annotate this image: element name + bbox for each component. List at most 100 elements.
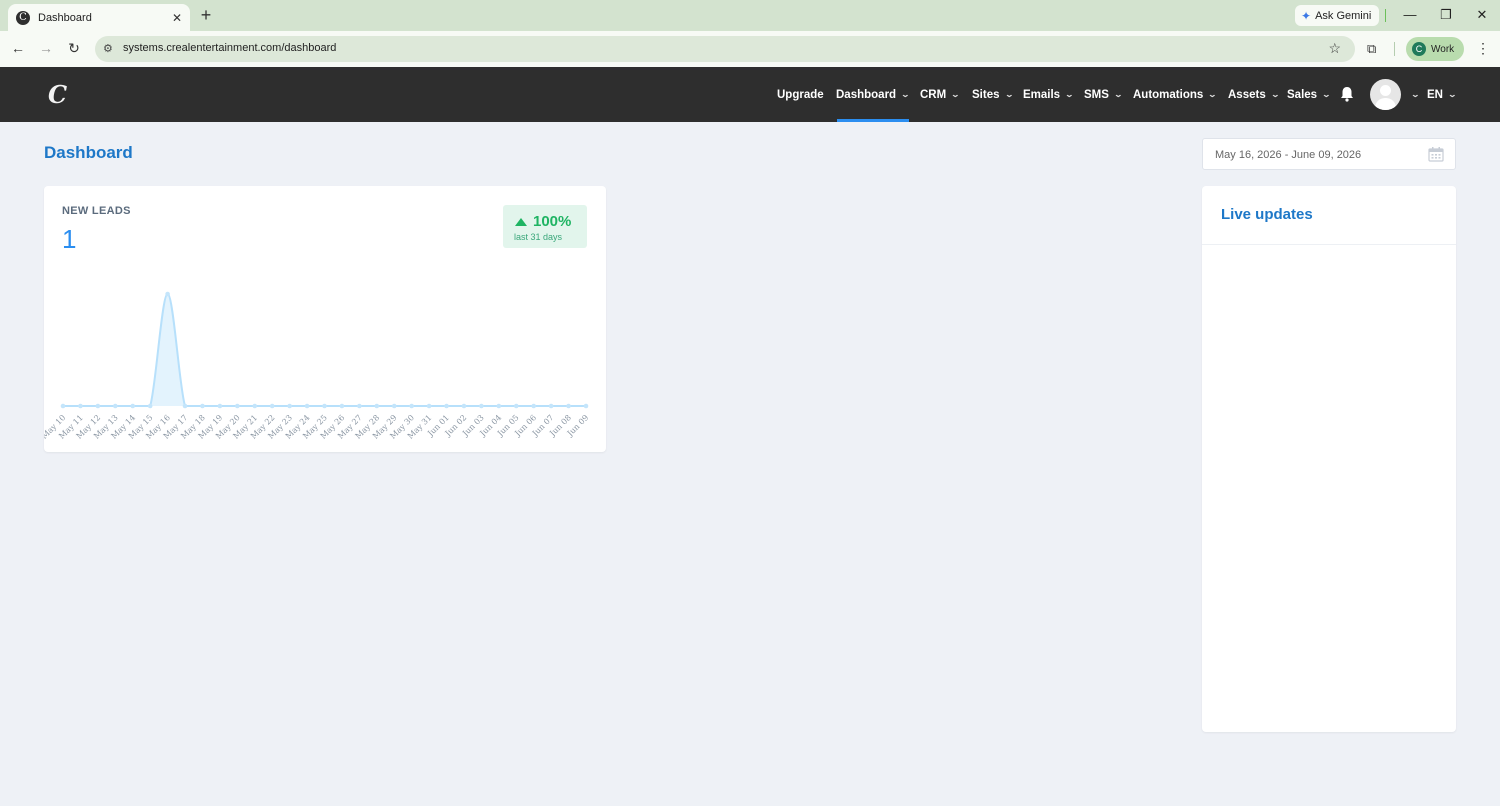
leads-data-point[interactable] [357, 403, 362, 409]
leads-data-point[interactable] [200, 403, 205, 409]
live-updates-card: Live updates [1202, 186, 1456, 732]
nav-automations[interactable]: Automations ⌄ [1133, 67, 1218, 122]
live-updates-title: Live updates [1221, 206, 1313, 223]
leads-data-point[interactable] [479, 403, 484, 409]
bookmark-star-icon[interactable]: ☆ [1328, 40, 1341, 57]
profile-button[interactable]: C Work [1406, 37, 1465, 61]
user-menu-toggle[interactable]: ⌄ [1406, 67, 1421, 122]
tab-title: Dashboard [38, 11, 92, 24]
leads-data-point[interactable] [147, 403, 153, 409]
browser-tab[interactable]: C Dashboard ✕ [8, 4, 190, 31]
new-tab-button[interactable]: + [198, 5, 214, 26]
app-logo[interactable]: C [48, 80, 67, 109]
leads-data-point[interactable] [391, 403, 397, 409]
leads-data-point[interactable] [60, 403, 66, 409]
close-window-icon[interactable]: ✕ [1475, 7, 1489, 23]
leads-data-point[interactable] [513, 403, 519, 409]
chevron-down-icon: ⌄ [1004, 90, 1014, 99]
nav-sms[interactable]: SMS ⌄ [1084, 67, 1123, 122]
back-arrow-icon[interactable]: ← [10, 40, 26, 56]
minimize-window-icon[interactable]: — [1403, 7, 1417, 22]
chevron-down-icon: ⌄ [1064, 90, 1075, 99]
notification-bell-icon[interactable] [1340, 86, 1354, 102]
leads-data-point[interactable] [113, 403, 118, 409]
chevron-down-icon: ⌄ [1207, 90, 1218, 99]
browser-menu-icon[interactable]: ⋮ [1476, 40, 1490, 57]
app-navbar: C Upgrade Dashboard ⌄ CRM ⌄ Sites ⌄ Emails ⌄… [0, 67, 1500, 122]
nav-crm-label: CRM [920, 88, 947, 101]
toolbar-separator [1394, 42, 1395, 56]
avatar-body [1375, 98, 1396, 110]
page-title: Dashboard [44, 143, 133, 162]
leads-data-point[interactable] [287, 403, 292, 409]
nav-sms-label: SMS [1084, 88, 1109, 101]
profile-avatar: C [1412, 42, 1426, 56]
nav-sales[interactable]: Sales ⌄ [1287, 67, 1332, 122]
site-info-icon[interactable]: ⚙ [103, 42, 113, 55]
nav-emails[interactable]: Emails ⌄ [1023, 67, 1075, 122]
leads-data-point[interactable] [496, 403, 502, 409]
leads-data-point[interactable] [548, 403, 554, 409]
browser-tab-strip: C Dashboard ✕ + ✦ Ask Gemini — ❐ ✕ [0, 0, 1500, 31]
date-range-value[interactable]: May 16, 2026 - June 09, 2026 [1215, 149, 1361, 161]
leads-data-point[interactable] [426, 403, 432, 409]
tab-close-icon[interactable]: ✕ [172, 11, 182, 25]
leads-series-line [63, 292, 586, 407]
leads-data-point[interactable] [165, 291, 170, 297]
leads-data-point[interactable] [217, 403, 223, 409]
user-avatar[interactable] [1370, 79, 1401, 110]
leads-data-point[interactable] [339, 403, 345, 409]
nav-automations-label: Automations [1133, 88, 1204, 101]
ask-gemini-label: Ask Gemini [1315, 9, 1372, 22]
browser-toolbar: ← → ↻ ⚙ systems.crealentertainment.com/d… [0, 31, 1500, 67]
restore-window-icon[interactable]: ❐ [1439, 7, 1453, 23]
nav-dashboard-label: Dashboard [836, 88, 897, 101]
leads-data-point[interactable] [409, 403, 414, 409]
leads-data-point[interactable] [461, 403, 467, 409]
chevron-down-icon: ⌄ [1447, 90, 1458, 99]
address-bar[interactable]: ⚙ systems.crealentertainment.com/dashboa… [95, 36, 1355, 62]
language-selector[interactable]: EN ⌄ [1427, 67, 1458, 122]
calendar-icon[interactable] [1428, 146, 1444, 162]
leads-data-point[interactable] [252, 403, 258, 409]
leads-data-point[interactable] [130, 403, 136, 409]
leads-data-point[interactable] [583, 403, 589, 409]
reload-icon[interactable]: ↻ [66, 40, 82, 57]
chevron-down-icon: ⌄ [950, 90, 961, 99]
leads-data-point[interactable] [182, 403, 188, 409]
avatar-head [1380, 85, 1391, 96]
live-updates-divider [1202, 244, 1456, 245]
leads-area-fill [63, 294, 586, 406]
nav-crm[interactable]: CRM ⌄ [920, 67, 961, 122]
leads-data-point[interactable] [78, 403, 83, 409]
tabbar-separator [1385, 9, 1386, 22]
active-nav-indicator [837, 119, 909, 122]
gemini-sparkle-icon: ✦ [1301, 8, 1312, 23]
profile-label: Work [1431, 43, 1455, 55]
nav-emails-label: Emails [1023, 88, 1061, 101]
leads-data-point[interactable] [531, 403, 536, 409]
url-text[interactable]: systems.crealentertainment.com/dashboard [123, 42, 336, 54]
leads-data-point[interactable] [322, 403, 327, 409]
nav-upgrade[interactable]: Upgrade [777, 67, 824, 122]
ask-gemini-button[interactable]: ✦ Ask Gemini [1295, 5, 1380, 26]
nav-assets[interactable]: Assets ⌄ [1228, 67, 1280, 122]
nav-assets-label: Assets [1228, 88, 1266, 101]
nav-sales-label: Sales [1287, 88, 1318, 101]
leads-data-point[interactable] [566, 403, 571, 409]
chevron-down-icon: ⌄ [1321, 90, 1332, 99]
tab-favicon-icon: C [16, 10, 30, 25]
chevron-down-icon: ⌄ [900, 90, 911, 99]
tab-search-icon[interactable]: ⧉ [1367, 41, 1376, 57]
leads-data-point[interactable] [374, 403, 380, 409]
forward-arrow-icon[interactable]: → [38, 40, 54, 56]
leads-data-point[interactable] [304, 403, 310, 409]
leads-data-point[interactable] [444, 403, 449, 409]
chevron-down-icon: ⌄ [1410, 90, 1421, 99]
date-range-picker[interactable]: May 16, 2026 - June 09, 2026 [1202, 138, 1456, 170]
leads-data-point[interactable] [269, 403, 275, 409]
leads-data-point[interactable] [235, 403, 240, 409]
leads-data-point[interactable] [95, 403, 101, 409]
nav-dashboard[interactable]: Dashboard ⌄ [836, 67, 911, 122]
nav-sites[interactable]: Sites ⌄ [972, 67, 1014, 122]
